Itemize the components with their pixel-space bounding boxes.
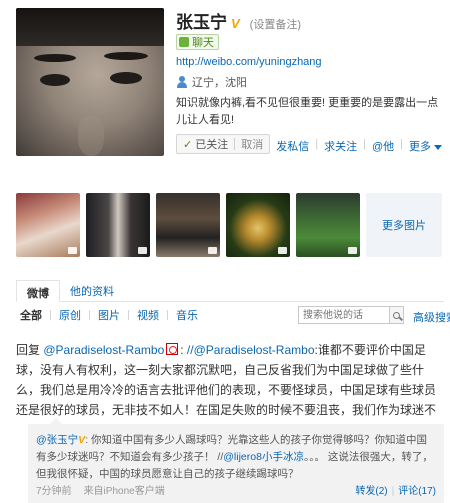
chat-label: 聊天: [192, 37, 214, 49]
request-follow-link[interactable]: 求关注: [324, 138, 357, 154]
tab-profile-info[interactable]: 他的资料: [60, 279, 124, 301]
image-icon: [348, 247, 357, 254]
chat-icon: [179, 37, 189, 47]
photo-thumbnail[interactable]: [296, 193, 360, 257]
unfollow-button[interactable]: 取消: [235, 136, 269, 152]
chat-button[interactable]: 聊天: [176, 34, 219, 50]
profile-url-link[interactable]: http://weibo.com/yuningzhang: [176, 56, 444, 68]
mention-link[interactable]: @他: [372, 138, 394, 154]
repost-actions: 转发(2) | 评论(17): [355, 483, 436, 499]
location-text: 辽宁，沈阳: [192, 77, 247, 89]
comment-count-link[interactable]: 评论(17): [398, 483, 436, 499]
verified-icon: V: [231, 16, 240, 31]
filter-original[interactable]: 原创: [51, 307, 89, 323]
photo-strip: 更多图片: [16, 193, 442, 257]
search-button[interactable]: [390, 306, 404, 324]
name-row: 张玉宁 V (设置备注): [176, 8, 444, 32]
post-prefix: 回复: [16, 343, 44, 357]
filter-music[interactable]: 音乐: [168, 307, 206, 323]
photo-thumbnail[interactable]: [156, 193, 220, 257]
mention-link[interactable]: @lijero8小手冰凉: [223, 451, 304, 463]
location: 辽宁，沈阳: [176, 74, 444, 90]
filter-video[interactable]: 视频: [129, 307, 167, 323]
post-sep: :: [180, 343, 187, 357]
profile-actions: 发私信 | 求关注 | @他 | 更多: [276, 138, 442, 154]
divider: |: [400, 138, 403, 150]
repost-chain-mention[interactable]: //@Paradiselost-Rambo: [187, 343, 315, 357]
image-icon: [138, 247, 147, 254]
search-icon: [393, 311, 400, 319]
tab-weibo[interactable]: 微博: [16, 280, 60, 302]
profile-name: 张玉宁: [176, 13, 227, 32]
send-message-link[interactable]: 发私信: [276, 138, 309, 154]
reposted-content: @张玉宁V: 你知道中国有多少人踢球吗？光靠这些人的孩子你觉得够吗？你知道中国有…: [28, 418, 444, 503]
advanced-search-link[interactable]: 高级搜索: [413, 309, 450, 325]
image-icon: [68, 247, 77, 254]
repost-author-link[interactable]: @张玉宁: [36, 434, 78, 446]
follow-status-box: ✓ 已关注 取消: [176, 134, 271, 154]
profile-avatar[interactable]: [16, 8, 164, 156]
set-remark-link[interactable]: (设置备注): [250, 16, 301, 32]
divider: |: [391, 486, 395, 497]
photo-thumbnail[interactable]: [226, 193, 290, 257]
user-icon: [176, 76, 188, 88]
mention-link[interactable]: @Paradiselost-Rambo: [43, 343, 164, 357]
more-photos-link[interactable]: 更多图片: [366, 193, 442, 257]
followed-status: ✓ 已关注: [183, 138, 229, 152]
search-input[interactable]: [298, 306, 390, 324]
profile-info: 张玉宁 V (设置备注) 聊天 http://weibo.com/yuningz…: [176, 8, 444, 129]
chevron-down-icon: [434, 144, 442, 150]
filter-images[interactable]: 图片: [90, 307, 128, 323]
image-icon: [278, 247, 287, 254]
profile-bio: 知识就像内裤,看不见但很重要! 更重要的是要露出一点儿让人看见!: [176, 97, 439, 126]
photo-thumbnail[interactable]: [86, 193, 150, 257]
image-icon: [208, 247, 217, 254]
check-icon: ✓: [183, 138, 193, 151]
source-text: 来自iPhone客户端: [83, 486, 165, 497]
filter-all[interactable]: 全部: [16, 307, 50, 323]
divider: |: [363, 138, 366, 150]
feed-filter-bar: 全部 原创 图片 视频 音乐 高级搜索: [16, 304, 450, 326]
repost-meta: 7分钟前 来自iPhone客户端 转发(2) | 评论(17): [36, 483, 436, 499]
more-menu[interactable]: 更多: [409, 138, 442, 154]
emoticon-icon: [166, 343, 179, 355]
timestamp-link[interactable]: 7分钟前: [36, 483, 72, 499]
profile-tabs: 微博 他的资料: [16, 280, 444, 302]
repost-count-link[interactable]: 转发(2): [355, 483, 387, 499]
feed-post: 回复 @Paradiselost-Rambo: //@Paradiselost-…: [16, 340, 444, 420]
divider: |: [315, 138, 319, 150]
photo-thumbnail[interactable]: [16, 193, 80, 257]
